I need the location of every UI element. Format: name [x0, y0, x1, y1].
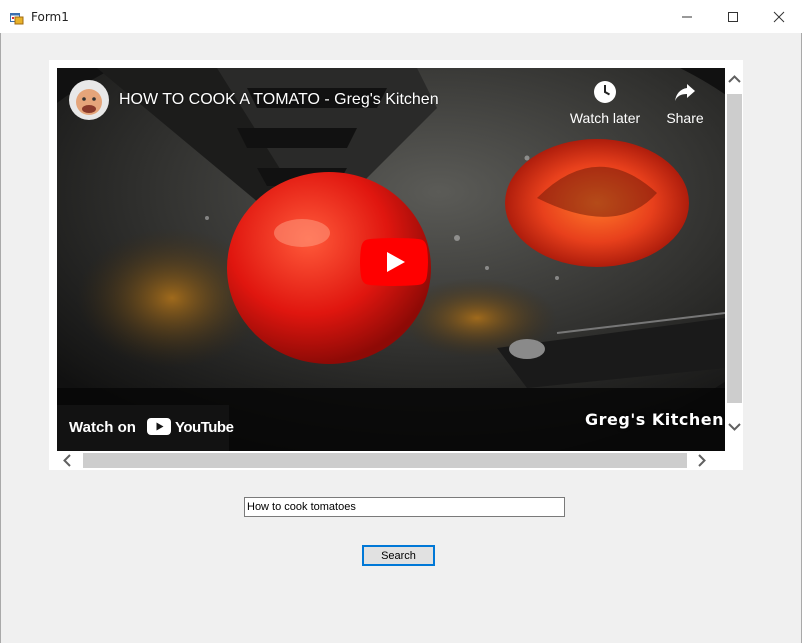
channel-avatar[interactable] — [69, 80, 109, 120]
clock-icon — [594, 81, 616, 103]
horizontal-scroll-thumb[interactable] — [83, 453, 687, 468]
watch-on-youtube-button[interactable]: Watch on YouTube — [57, 405, 234, 451]
chevron-left-icon[interactable] — [62, 454, 72, 467]
minimize-icon — [682, 16, 692, 18]
watch-on-label: Watch on — [69, 419, 136, 436]
title-bar[interactable]: Form1 — [0, 0, 802, 33]
vertical-scroll-thumb[interactable] — [727, 94, 742, 403]
watch-later-button[interactable]: Watch later — [563, 80, 647, 126]
chevron-right-icon[interactable] — [697, 454, 707, 467]
winforms-app-icon — [10, 10, 24, 25]
play-button[interactable] — [360, 238, 428, 286]
window-title: Form1 — [31, 10, 69, 24]
chevron-down-icon[interactable] — [728, 422, 741, 432]
maximize-button[interactable] — [710, 0, 756, 33]
avatar-icon — [69, 80, 109, 120]
maximize-icon — [728, 12, 738, 22]
vertical-scrollbar[interactable] — [726, 70, 743, 445]
youtube-embed[interactable]: HOW TO COOK A TOMATO - Greg's Kitchen Wa… — [57, 68, 725, 451]
minimize-button[interactable] — [664, 0, 710, 33]
chevron-up-icon[interactable] — [728, 74, 741, 84]
watch-later-label: Watch later — [569, 110, 641, 126]
video-title[interactable]: HOW TO COOK A TOMATO - Greg's Kitchen — [119, 91, 439, 109]
play-icon — [360, 238, 428, 286]
window-border-left — [0, 33, 1, 643]
youtube-logo-icon — [147, 418, 171, 435]
horizontal-scrollbar[interactable] — [57, 452, 725, 469]
search-input[interactable] — [244, 497, 565, 517]
share-button[interactable]: Share — [657, 80, 713, 126]
close-button[interactable] — [756, 0, 802, 33]
close-icon — [773, 11, 785, 23]
share-icon — [675, 84, 695, 101]
video-watermark: Greg's Kitchen — [585, 410, 724, 429]
youtube-wordmark: YouTube — [175, 419, 234, 436]
search-button[interactable]: Search — [362, 545, 435, 566]
share-label: Share — [666, 110, 704, 126]
web-browser-control[interactable]: HOW TO COOK A TOMATO - Greg's Kitchen Wa… — [49, 60, 743, 470]
